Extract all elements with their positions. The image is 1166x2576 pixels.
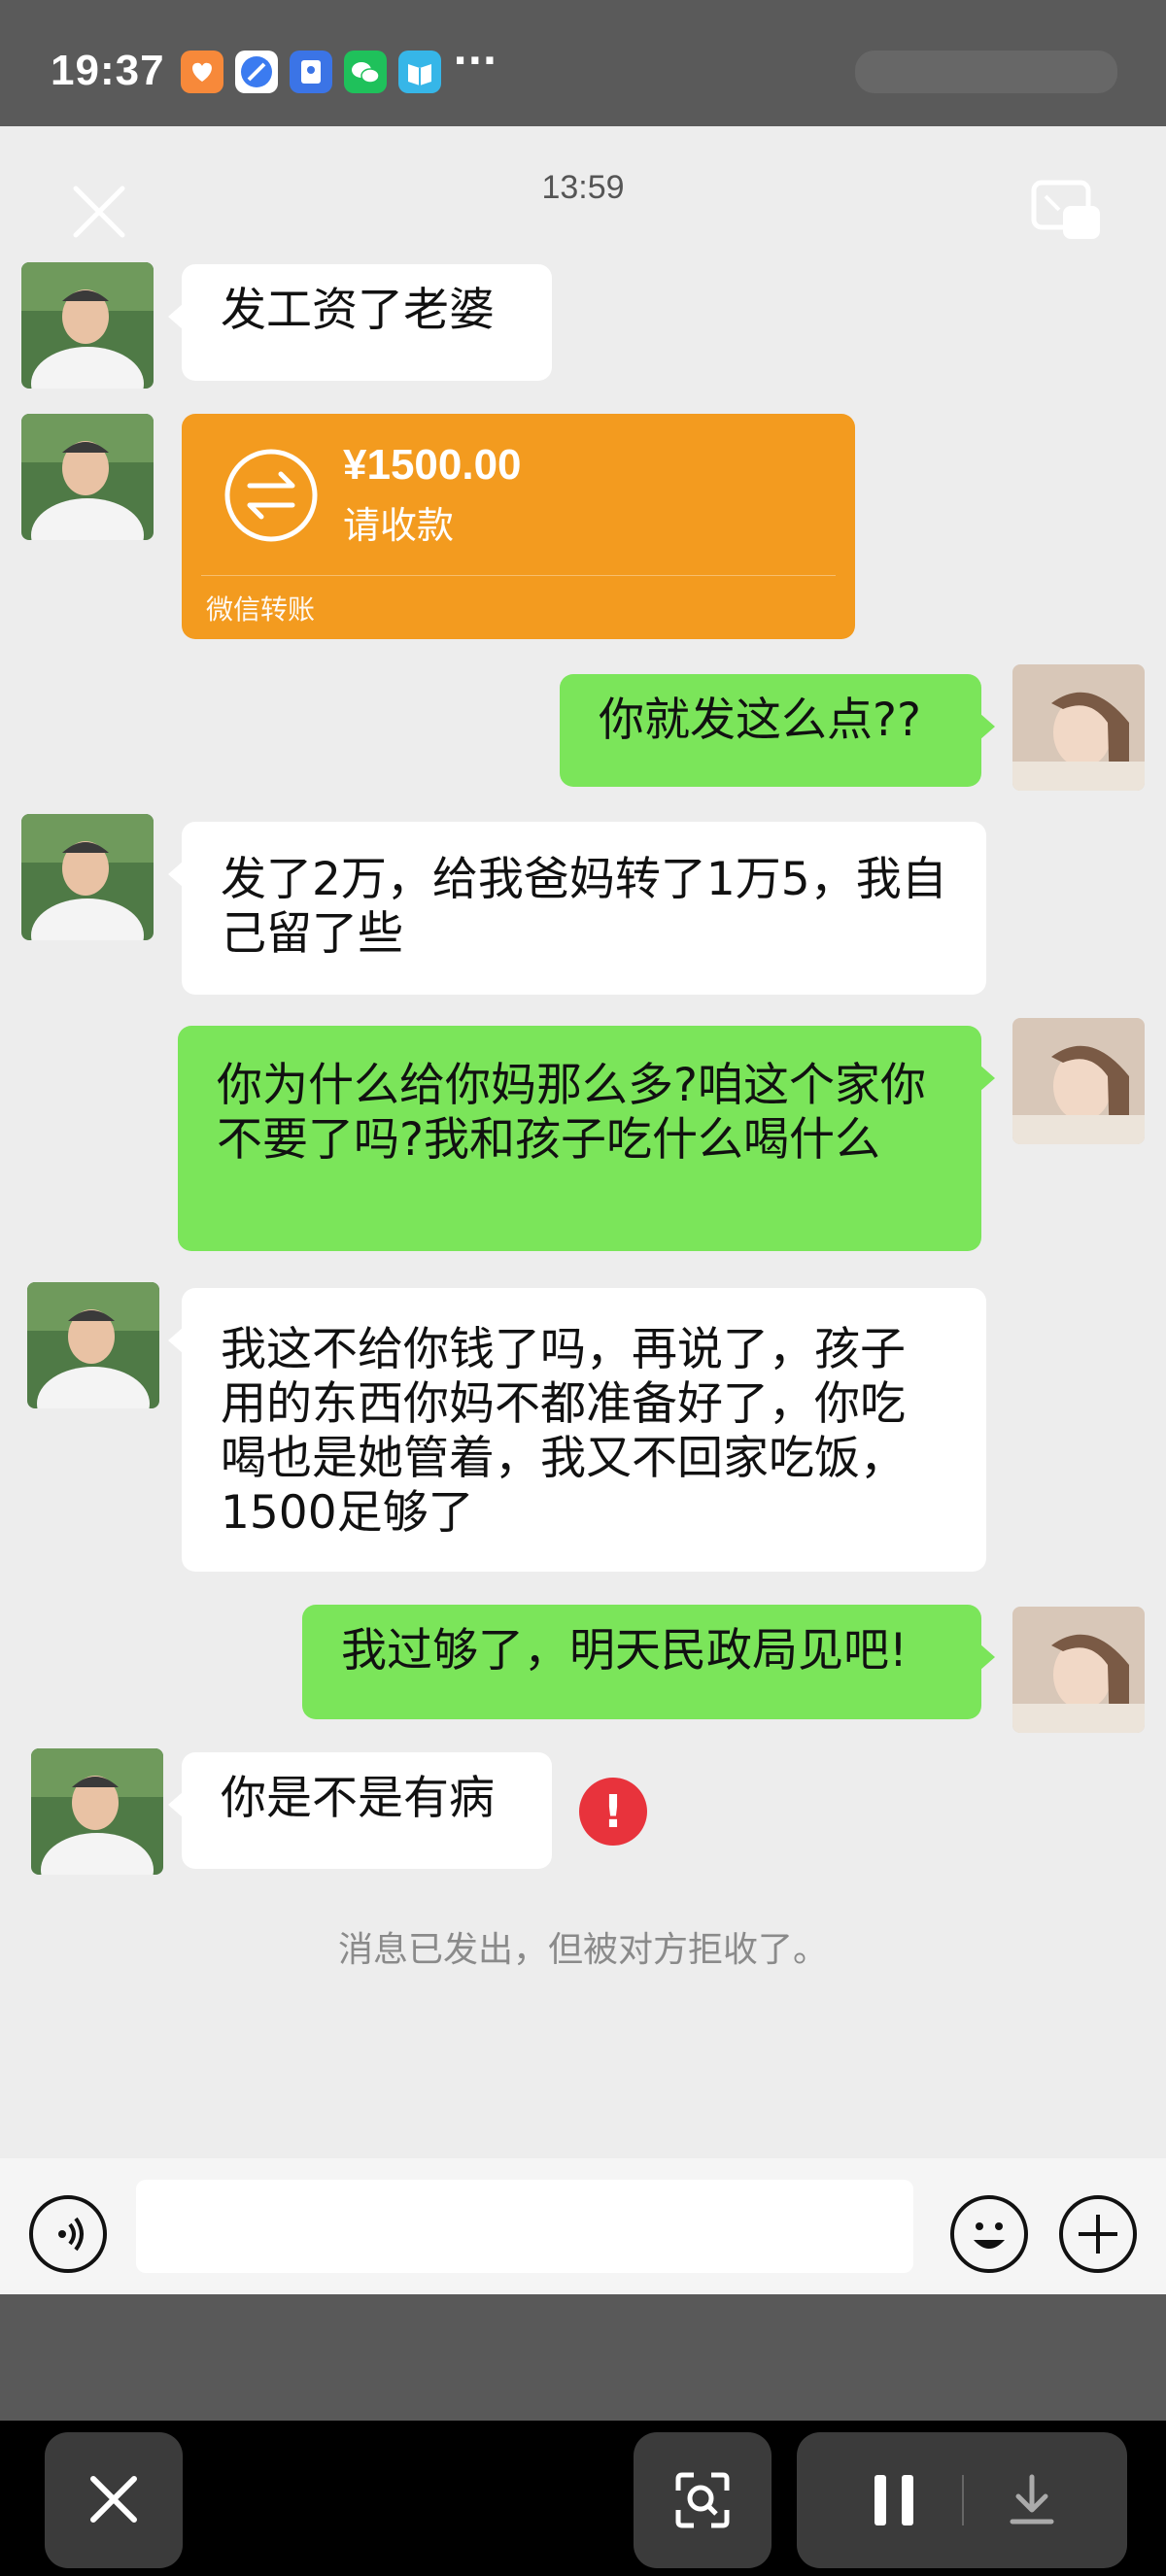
transfer-subtitle: 请收款 — [343, 504, 455, 547]
wechat-icon — [344, 51, 387, 93]
message-text: 发了2万，给我爸妈转了1万5，我自己留了些 — [221, 853, 947, 961]
download-icon[interactable] — [1001, 2469, 1063, 2531]
status-bar: 19:37 ··· — [0, 0, 1166, 126]
message-bubble[interactable]: 你为什么给你妈那么多?咱这个家你不要了吗?我和孩子吃什么喝什么 — [178, 1026, 995, 1251]
message-bubble[interactable]: 我过够了，明天民政局见吧! — [302, 1605, 995, 1719]
avatar-self[interactable] — [1012, 664, 1145, 791]
message-bubble[interactable]: 你是不是有病 — [168, 1752, 552, 1869]
overlay-bar — [0, 2294, 1166, 2421]
status-time: 19:37 — [51, 47, 165, 94]
avatar[interactable] — [21, 262, 154, 389]
message-bubble[interactable]: 发了2万，给我爸妈转了1万5，我自己留了些 — [168, 822, 986, 995]
screen-switch-icon[interactable] — [1030, 177, 1104, 245]
message-bubble[interactable]: 我这不给你钱了吗，再说了，孩子用的东西你妈不都准备好了，你吃喝也是她管着，我又不… — [168, 1288, 986, 1572]
system-note: 消息已发出，但被对方拒收了。 — [337, 1930, 828, 1970]
message-bubble[interactable]: 发工资了老婆 — [168, 264, 552, 381]
transfer-amount: ¥1500.00 — [343, 441, 522, 489]
voice-input-icon[interactable] — [29, 2195, 107, 2273]
dismiss-button[interactable] — [45, 2432, 183, 2568]
chat-area[interactable]: 13:59 发工资了老婆 ¥1500.00 请收款 微信转账 你就发这么点?? … — [0, 126, 1166, 2166]
taobao-icon — [181, 51, 223, 93]
control-divider — [962, 2475, 964, 2525]
message-text: 你是不是有病 — [221, 1772, 495, 1825]
emoji-icon[interactable] — [950, 2195, 1028, 2273]
reader-icon — [398, 51, 441, 93]
chat-timestamp: 13:59 — [541, 169, 625, 206]
avatar-self[interactable] — [1012, 1607, 1145, 1733]
rejected-alert-icon[interactable]: ! — [579, 1778, 647, 1846]
message-bubble[interactable]: 你就发这么点?? — [560, 674, 995, 787]
more-notifications-icon: ··· — [453, 39, 497, 84]
add-icon[interactable] — [1059, 2195, 1137, 2273]
avatar[interactable] — [21, 814, 154, 940]
bottom-controls — [0, 2421, 1166, 2576]
transfer-icon — [223, 447, 320, 544]
avatar[interactable] — [27, 1282, 159, 1408]
input-bar — [0, 2158, 1166, 2294]
app-store-icon — [290, 51, 332, 93]
message-text: 你就发这么点?? — [599, 694, 921, 747]
browser-icon — [235, 51, 278, 93]
media-controls — [797, 2432, 1127, 2568]
message-text: 你为什么给你妈那么多?咱这个家你不要了吗?我和孩子吃什么喝什么 — [217, 1059, 926, 1167]
message-text: 我这不给你钱了吗，再说了，孩子用的东西你妈不都准备好了，你吃喝也是她管着，我又不… — [221, 1323, 906, 1540]
avatar[interactable] — [31, 1748, 163, 1875]
transfer-footer: 微信转账 — [206, 593, 316, 626]
transfer-card[interactable]: ¥1500.00 请收款 微信转账 — [182, 414, 855, 639]
avatar[interactable] — [21, 414, 154, 540]
message-input[interactable] — [136, 2180, 913, 2273]
status-indicators — [855, 51, 1117, 93]
avatar-self[interactable] — [1012, 1018, 1145, 1144]
message-text: 发工资了老婆 — [221, 284, 495, 337]
pause-icon[interactable] — [865, 2471, 923, 2529]
transfer-divider — [201, 575, 836, 576]
message-text: 我过够了，明天民政局见吧! — [341, 1624, 908, 1678]
scan-button[interactable] — [634, 2432, 772, 2568]
